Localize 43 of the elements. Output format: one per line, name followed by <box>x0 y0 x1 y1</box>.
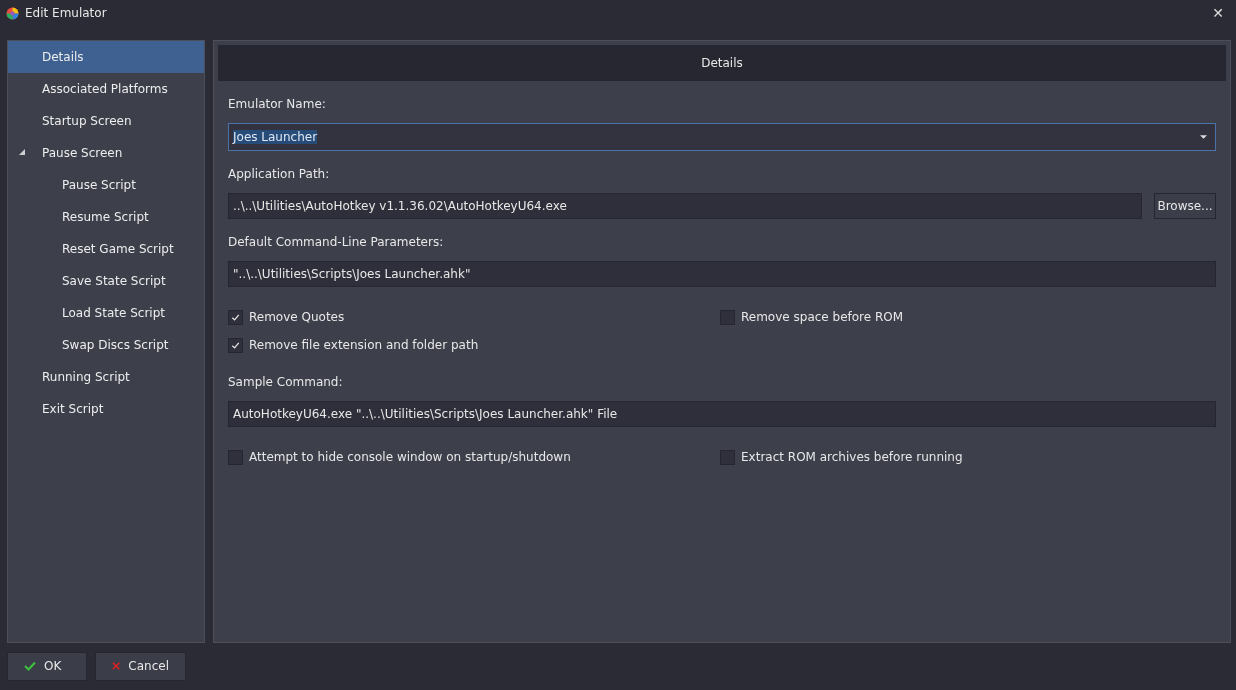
checkbox-label[interactable]: Remove file extension and folder path <box>249 338 479 352</box>
checkbox[interactable] <box>228 449 243 465</box>
checkmark-icon <box>231 312 240 322</box>
sidebar-item[interactable]: Reset Game Script <box>8 233 204 265</box>
checkbox-label[interactable]: Extract ROM archives before running <box>741 450 963 464</box>
checkbox-label[interactable]: Remove Quotes <box>249 310 345 324</box>
field-label: Default Command-Line Parameters: <box>228 234 445 251</box>
checkbox[interactable] <box>228 309 243 325</box>
checkbox-label[interactable]: Attempt to hide console window on startup/shutdown <box>249 450 571 464</box>
app-logo-icon <box>6 6 19 20</box>
field-label: Emulator Name: <box>228 96 327 113</box>
checkbox-label[interactable]: Remove space before ROM <box>741 310 904 324</box>
checkmark-icon <box>24 661 36 671</box>
browse-button[interactable]: Browse... <box>1154 193 1216 219</box>
panel-header: Details <box>218 45 1226 81</box>
sidebar-item[interactable]: Load State Script <box>8 297 204 329</box>
dropdown-caret-icon[interactable] <box>1200 135 1207 139</box>
sidebar-item[interactable]: Startup Screen <box>8 105 204 137</box>
field-label: Sample Command: <box>228 374 344 391</box>
sidebar-item[interactable]: Swap Discs Script <box>8 329 204 361</box>
checkbox[interactable] <box>228 337 243 353</box>
checkmark-icon <box>231 340 240 350</box>
ok-button[interactable]: OK <box>7 651 87 681</box>
sidebar-item[interactable]: Pause Screen <box>8 137 204 169</box>
cancel-button[interactable]: Cancel <box>95 651 186 681</box>
sidebar-item[interactable]: Resume Script <box>8 201 204 233</box>
parameters-field[interactable]: "..\..\Utilities\Scripts\Joes Launcher.ahk" <box>228 261 1216 287</box>
expand-arrow-icon[interactable] <box>19 149 25 155</box>
sidebar-item[interactable]: Save State Script <box>8 265 204 297</box>
sample-command-field[interactable]: AutoHotkeyU64.exe "..\..\Utilities\Scripts\Joes Launcher.ahk" File <box>228 401 1216 427</box>
sidebar-item[interactable]: Running Script <box>8 361 204 393</box>
sidebar-item[interactable]: Exit Script <box>8 393 204 425</box>
checkbox[interactable] <box>720 309 735 325</box>
sidebar-item[interactable]: Pause Script <box>8 169 204 201</box>
application-path-field[interactable]: ..\..\Utilities\AutoHotkey v1.1.36.02\AutoHotkeyU64.exe <box>228 193 1142 219</box>
sidebar-item[interactable]: Associated Platforms <box>8 73 204 105</box>
field-label: Application Path: <box>228 166 331 183</box>
close-button[interactable]: ✕ <box>1206 5 1230 21</box>
sidebar-item[interactable]: Details <box>8 41 204 73</box>
emulator-name-combobox[interactable]: Joes Launcher <box>228 123 1216 151</box>
checkbox[interactable] <box>720 449 735 465</box>
cross-icon <box>112 661 121 671</box>
window-title: Edit Emulator <box>25 6 108 20</box>
